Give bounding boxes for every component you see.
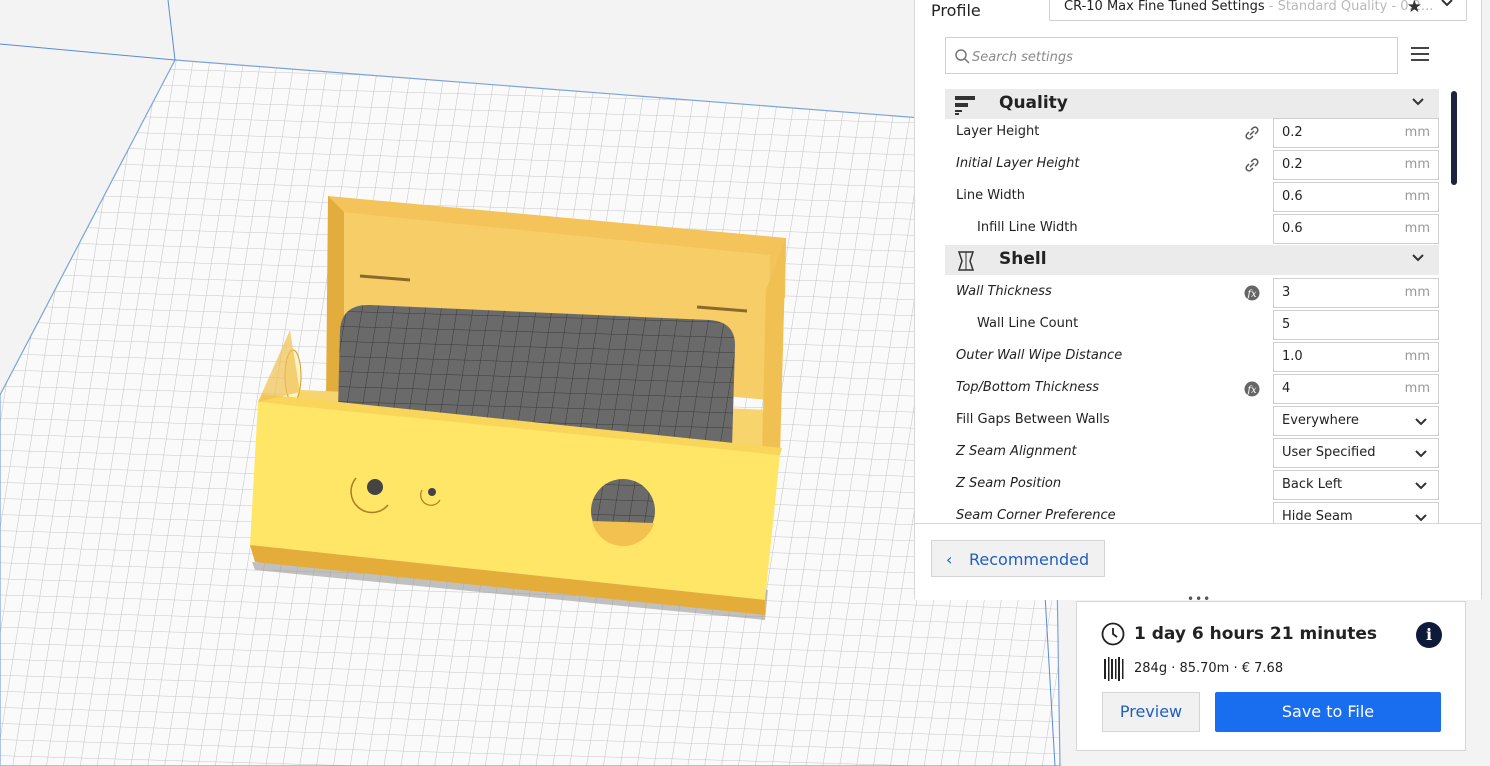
recommended-button[interactable]: ‹ Recommended [931,540,1105,577]
filament-icon [1104,657,1124,681]
info-icon[interactable]: i [1416,622,1442,648]
function-icon[interactable]: fx [1244,381,1260,397]
fill-gaps-select[interactable]: Everywhere [1273,406,1439,436]
profile-name: CR-10 Max Fine Tuned Settings [1064,0,1265,14]
link-icon[interactable] [1244,125,1260,141]
star-icon[interactable]: ★ [1407,0,1422,20]
chevron-down-icon [1415,450,1427,458]
chevron-down-icon[interactable] [1411,251,1425,265]
setting-label: Wall Line Count [977,316,1079,331]
setting-label: Initial Layer Height [956,156,1080,171]
z-seam-alignment-select[interactable]: User Specified [1273,438,1439,468]
line-width-input[interactable]: 0.6 mm [1273,182,1439,212]
settings-scrollbar[interactable] [1451,91,1457,185]
search-icon [955,49,970,64]
chevron-left-icon: ‹ [946,550,953,569]
function-icon[interactable]: fx [1244,285,1260,301]
setting-line-width: Line Width 0.6 mm [945,181,1439,213]
svg-text:fx: fx [1246,289,1257,300]
category-quality[interactable]: Quality [945,89,1439,119]
z-seam-position-select[interactable]: Back Left [1273,470,1439,500]
recommended-label: Recommended [969,550,1090,569]
profile-select[interactable]: CR-10 Max Fine Tuned Settings - Standard… [1049,0,1467,21]
chevron-down-icon [1415,418,1427,426]
save-to-file-button[interactable]: Save to File [1215,692,1441,732]
infill-line-width-input[interactable]: 0.6 mm [1273,214,1439,244]
setting-label: Z Seam Position [956,476,1062,491]
setting-seam-corner-preference: Seam Corner Preference Hide Seam [945,501,1439,524]
setting-label: Z Seam Alignment [956,444,1077,459]
setting-wall-thickness: Wall Thickness fx 3 mm [945,277,1439,309]
settings-menu-icon[interactable] [1411,47,1429,63]
search-settings[interactable] [945,37,1398,74]
settings-list[interactable]: Quality Layer Height 0.2 mm Initial Layer… [945,89,1439,524]
profile-label: Profile [931,1,981,20]
preview-button[interactable]: Preview [1102,692,1200,732]
setting-label: Infill Line Width [977,220,1078,235]
clock-icon [1101,622,1125,646]
wall-line-count-input[interactable]: 5 [1273,310,1439,340]
chevron-down-icon [1415,482,1427,490]
print-time: 1 day 6 hours 21 minutes [1134,624,1378,644]
setting-z-seam-position: Z Seam Position Back Left [945,469,1439,501]
setting-label: Outer Wall Wipe Distance [956,348,1123,363]
quality-icon [955,96,975,115]
setting-label: Top/Bottom Thickness [956,380,1099,395]
setting-outer-wall-wipe-distance: Outer Wall Wipe Distance 1.0 mm [945,341,1439,373]
setting-label: Wall Thickness [956,284,1052,299]
setting-layer-height: Layer Height 0.2 mm [945,117,1439,149]
setting-label: Line Width [956,188,1025,203]
wall-thickness-input[interactable]: 3 mm [1273,278,1439,308]
initial-layer-height-input[interactable]: 0.2 mm [1273,150,1439,180]
top-bottom-thickness-input[interactable]: 4 mm [1273,374,1439,404]
setting-infill-line-width: Infill Line Width 0.6 mm [945,213,1439,245]
setting-fill-gaps-between-walls: Fill Gaps Between Walls Everywhere [945,405,1439,437]
setting-initial-layer-height: Initial Layer Height 0.2 mm [945,149,1439,181]
outer-wall-wipe-distance-input[interactable]: 1.0 mm [1273,342,1439,372]
link-icon[interactable] [1244,157,1260,173]
category-shell[interactable]: Shell [945,245,1439,275]
setting-wall-line-count: Wall Line Count 5 [945,309,1439,341]
model-box [250,196,786,615]
setting-label: Fill Gaps Between Walls [956,412,1110,427]
setting-label: Seam Corner Preference [956,508,1116,523]
svg-text:fx: fx [1246,385,1257,396]
print-info-card: 1 day 6 hours 21 minutes i 284g · 85.70m… [1076,601,1466,751]
setting-z-seam-alignment: Z Seam Alignment User Specified [945,437,1439,469]
print-stats: 284g · 85.70m · € 7.68 [1134,661,1284,676]
layer-height-input[interactable]: 0.2 mm [1273,118,1439,148]
chevron-down-icon[interactable] [1440,0,1454,19]
shell-icon [957,251,975,271]
category-title: Quality [999,93,1068,113]
category-title: Shell [999,249,1047,269]
search-input[interactable] [970,44,1374,70]
setting-label: Layer Height [956,124,1040,139]
seam-corner-preference-select[interactable]: Hide Seam [1273,502,1439,524]
setting-top-bottom-thickness: Top/Bottom Thickness fx 4 mm [945,373,1439,405]
print-settings-panel: Profile CR-10 Max Fine Tuned Settings - … [914,0,1482,600]
panel-footer: ‹ Recommended [915,523,1481,600]
chevron-down-icon[interactable] [1411,95,1425,109]
